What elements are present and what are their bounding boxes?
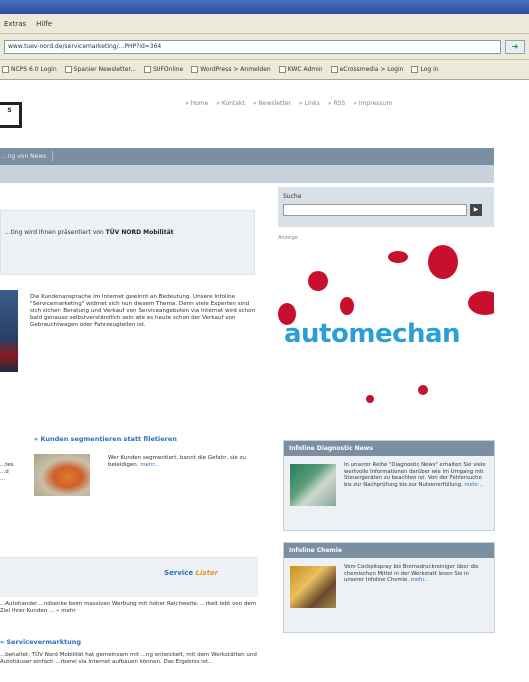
ad-decoration bbox=[468, 291, 494, 315]
menu-extras[interactable]: Extras bbox=[4, 20, 26, 28]
ad-decoration bbox=[428, 245, 458, 279]
ad-decoration bbox=[308, 271, 328, 291]
article-text: Die Kundenansprache im Internet gewinnt … bbox=[30, 294, 256, 328]
bookmark-item[interactable]: KWC Admin bbox=[278, 66, 323, 73]
box-title[interactable]: Infoline Chemie bbox=[284, 543, 494, 558]
search-input[interactable] bbox=[283, 204, 467, 216]
nav-link-contact[interactable]: » Kontakt bbox=[216, 100, 245, 107]
search-box: Suche ▶ bbox=[278, 187, 494, 227]
ad-label: Anzeige bbox=[278, 235, 298, 241]
bookmark-item[interactable]: SIIFOnline bbox=[144, 66, 183, 73]
nav-link-home[interactable]: » Home bbox=[185, 100, 208, 107]
more-link[interactable]: mehr... bbox=[411, 577, 430, 583]
url-field[interactable]: www.tuev-nord.de/servicemarketing/...PHP… bbox=[4, 39, 501, 54]
nav-link-rss[interactable]: » RSS bbox=[328, 100, 345, 107]
mainnav-item[interactable]: ...ng von News bbox=[0, 151, 54, 162]
box-image[interactable] bbox=[290, 566, 336, 608]
sub-navigation bbox=[0, 165, 494, 183]
ad-decoration bbox=[366, 395, 374, 403]
infoline-box-chemistry: Infoline Chemie Vom Cockpitspray bis Bre… bbox=[283, 542, 495, 633]
advertisement-banner[interactable]: automechan bbox=[278, 245, 494, 425]
web-page: S » Home » Kontakt » Newsletter » Links … bbox=[0, 80, 529, 682]
box-title[interactable]: Infoline Diagnostic News bbox=[284, 441, 494, 456]
bookmark-item[interactable]: Spanier Newsletter... bbox=[64, 66, 136, 73]
site-logo[interactable]: S bbox=[0, 102, 22, 128]
address-bar: www.tuev-nord.de/servicemarketing/...PHP… bbox=[0, 34, 529, 60]
ad-decoration bbox=[388, 251, 408, 263]
bookmarks-bar: NCPS 6.0 Login Spanier Newsletter... SII… bbox=[0, 60, 529, 80]
bookmark-item[interactable]: WordPress > Anmelden bbox=[191, 66, 271, 73]
article-image[interactable] bbox=[34, 454, 90, 496]
article-text: ...behaltet: TÜV Nord Mobilität hat geme… bbox=[0, 652, 257, 665]
infoline-box-diagnostic: Infoline Diagnostic News In unserer Reih… bbox=[283, 440, 495, 531]
search-button[interactable]: ▶ bbox=[470, 204, 482, 216]
bookmark-item[interactable]: eCrossmedia > Login bbox=[330, 66, 403, 73]
ad-decoration bbox=[340, 297, 354, 315]
go-button[interactable]: ➜ bbox=[505, 39, 525, 54]
page-icon bbox=[411, 66, 419, 73]
page-icon bbox=[144, 66, 152, 73]
service-lister-banner[interactable]: Service Lister bbox=[0, 557, 258, 597]
page-icon bbox=[2, 66, 9, 73]
intro-box: ...ting wird Ihnen präsentiert von TÜV N… bbox=[0, 210, 255, 275]
article-text: Wer Kunden segmentiert, bannt die Gefahr… bbox=[108, 455, 246, 468]
page-icon bbox=[64, 66, 72, 73]
box-image[interactable] bbox=[290, 464, 336, 506]
page-icon bbox=[278, 66, 286, 73]
service-text: ...Autohandel ...ndsenke beim massiven W… bbox=[0, 601, 257, 614]
article-headline[interactable]: » Servicevermarktung bbox=[0, 638, 81, 646]
page-icon bbox=[191, 66, 199, 73]
more-link[interactable]: mehr... bbox=[464, 482, 483, 488]
main-navigation: ...ng von News bbox=[0, 148, 494, 165]
intro-brand: TÜV NORD Mobilität bbox=[105, 229, 174, 236]
ad-brand-text: automechan bbox=[284, 319, 461, 349]
more-link[interactable]: mehr... bbox=[140, 462, 159, 468]
article-headline[interactable]: » Kunden segmentieren statt filetieren bbox=[34, 435, 177, 443]
article-fragment: ...tes ...d... bbox=[0, 462, 14, 482]
article-image[interactable] bbox=[0, 290, 18, 372]
menu-help[interactable]: Hilfe bbox=[36, 20, 52, 28]
bookmark-item[interactable]: Log in bbox=[411, 66, 439, 73]
intro-text: ...ting wird Ihnen präsentiert von bbox=[5, 229, 104, 236]
nav-link-newsletter[interactable]: » Newsletter bbox=[253, 100, 291, 107]
top-navigation: » Home » Kontakt » Newsletter » Links » … bbox=[185, 100, 392, 107]
nav-link-imprint[interactable]: » Impressum bbox=[353, 100, 392, 107]
nav-link-links[interactable]: » Links bbox=[299, 100, 320, 107]
ad-decoration bbox=[418, 385, 428, 395]
search-label: Suche bbox=[283, 193, 302, 200]
bookmark-item[interactable]: NCPS 6.0 Login bbox=[2, 66, 57, 73]
page-icon bbox=[330, 66, 338, 73]
window-titlebar bbox=[0, 0, 529, 14]
box-text: In unserer Reihe "Diagnostic News" erhal… bbox=[344, 462, 486, 488]
service-lister-logo: Service Lister bbox=[164, 569, 219, 577]
menu-bar: Extras Hilfe bbox=[0, 14, 529, 34]
box-text: Vom Cockpitspray bis Bremsdruckreiniger … bbox=[344, 564, 479, 584]
